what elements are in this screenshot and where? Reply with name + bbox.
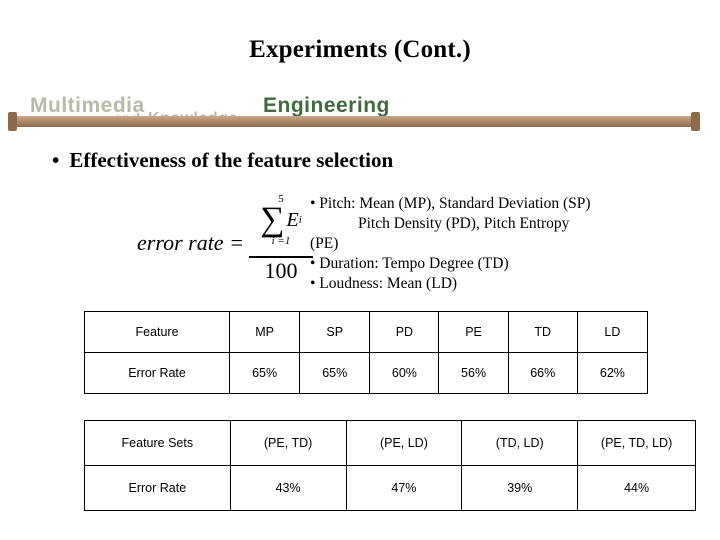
feature-description: • Pitch: Mean (MP), Standard Deviation (… <box>310 194 700 294</box>
description-line-pitch: • Pitch: Mean (MP), Standard Deviation (… <box>310 195 591 212</box>
bullet-marker-icon: • <box>52 148 60 172</box>
formula-numerator: 5 ∑ Ei i =1 <box>252 194 310 248</box>
cell-pe-td-header: (PE, TD) <box>229 420 347 466</box>
cell-error-rate-label-2: Error Rate <box>84 465 231 511</box>
description-line-pe: (PE) <box>310 235 339 252</box>
banner-word-engineering: Engineering <box>263 94 390 117</box>
formula-denominator: 100 <box>264 258 298 283</box>
cell-pd-value: 60% <box>369 352 440 394</box>
formula-left-hand-side: error rate = <box>137 230 244 255</box>
table-row: Error Rate 43% 47% 39% 44% <box>84 465 696 511</box>
cell-error-rate-label: Error Rate <box>83 352 231 394</box>
cell-mp-value: 65% <box>229 352 301 394</box>
feature-sets-error-rate-table: Feature Sets (PE, TD) (PE, LD) (TD, LD) … <box>84 420 696 511</box>
cell-pe-ld-header: (PE, LD) <box>345 420 463 466</box>
bullet-heading-text: Effectiveness of the feature selection <box>69 148 394 172</box>
description-line-pitch-cont: Pitch Density (PD), Pitch Entropy <box>358 215 570 232</box>
sigma-term-subscript: i <box>298 214 302 226</box>
cell-pe-td-value: 43% <box>229 465 347 511</box>
sigma-icon: ∑ <box>260 201 285 238</box>
cell-ld-value: 62% <box>576 352 649 394</box>
cell-ld-header: LD <box>576 311 649 353</box>
cell-pe-header: PE <box>438 311 509 353</box>
cell-pe-td-ld-header: (PE, TD, LD) <box>577 420 696 466</box>
cell-pe-td-ld-value: 44% <box>577 465 696 511</box>
decorative-banner: Multimedia and Knowledge Engineering <box>8 94 700 134</box>
error-rate-formula: error rate = 5 ∑ Ei i =1 100 <box>137 190 313 300</box>
sigma-term: E <box>286 209 299 231</box>
page-title: Experiments (Cont.) <box>249 36 471 63</box>
cell-td-ld-header: (TD, LD) <box>461 420 579 466</box>
banner-bar <box>8 116 700 127</box>
cell-pe-ld-value: 47% <box>345 465 463 511</box>
cell-td-value: 66% <box>507 352 578 394</box>
table-row-header: Feature MP SP PD PE TD LD <box>83 311 649 353</box>
table-row: Error Rate 65% 65% 60% 56% 66% 62% <box>83 352 649 394</box>
cell-td-ld-value: 39% <box>461 465 579 511</box>
description-line-loudness: • Loudness: Mean (LD) <box>310 275 458 292</box>
cell-pe-value: 56% <box>438 352 509 394</box>
description-line-duration: • Duration: Tempo Degree (TD) <box>310 255 509 272</box>
bullet-heading: • Effectiveness of the feature selection <box>52 148 393 173</box>
banner-cap-right <box>691 112 700 131</box>
cell-td-header: TD <box>507 311 578 353</box>
cell-sp-value: 65% <box>299 352 371 394</box>
table-row-header: Feature Sets (PE, TD) (PE, LD) (TD, LD) … <box>84 420 696 466</box>
banner-cap-left <box>8 112 17 131</box>
cell-mp-header: MP <box>229 311 301 353</box>
cell-feature-header: Feature <box>83 311 231 353</box>
cell-feature-sets-header: Feature Sets <box>84 420 231 466</box>
features-error-rate-table: Feature MP SP PD PE TD LD Error Rate 65%… <box>83 311 649 394</box>
cell-pd-header: PD <box>369 311 440 353</box>
cell-sp-header: SP <box>299 311 371 353</box>
